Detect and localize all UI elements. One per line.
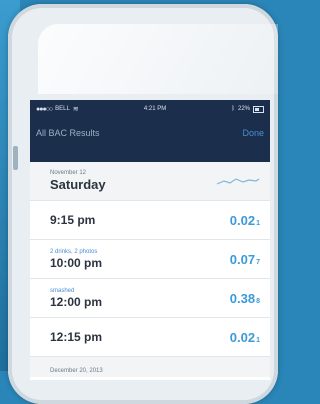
result-time: 12:15 pm bbox=[50, 330, 103, 344]
result-row[interactable]: 9:15 pm 0.02 1 bbox=[30, 201, 270, 240]
wifi-icon: ≋ bbox=[72, 106, 79, 113]
battery-percent: 22% bbox=[237, 106, 250, 112]
bac-suffix: 8 bbox=[256, 297, 260, 305]
status-bar: ●●●○○ BELL ≋ 4:21 PM ᛒ 22% bbox=[30, 100, 270, 118]
sparkline-icon bbox=[216, 174, 260, 188]
results-list: November 12 Saturday 9:15 pm 0.02 1 2 dr… bbox=[30, 162, 270, 377]
bac-value: 0.02 1 bbox=[230, 213, 260, 228]
bac-suffix: 1 bbox=[256, 336, 260, 344]
bac-value: 0.38 8 bbox=[230, 291, 260, 306]
battery-icon bbox=[253, 105, 264, 113]
result-note: 2 drinks, 2 photos bbox=[50, 248, 98, 255]
page-title: All BAC Results bbox=[36, 128, 100, 138]
bac-suffix: 7 bbox=[256, 258, 260, 266]
result-row-left: 2 drinks, 2 photos 10:00 pm bbox=[50, 249, 102, 270]
bac-value: 0.02 1 bbox=[230, 330, 260, 345]
result-time: 12:00 pm bbox=[50, 294, 103, 309]
day-header-text: November 12 Saturday bbox=[50, 170, 106, 192]
signal-icon: ●●●○○ bbox=[36, 105, 53, 113]
bac-number: 0.07 bbox=[229, 251, 256, 267]
result-time: 9:15 pm bbox=[50, 213, 96, 227]
phone-glare bbox=[38, 24, 278, 94]
status-left: ●●●○○ BELL ≋ bbox=[36, 105, 79, 114]
result-row-left: 9:15 pm bbox=[50, 213, 95, 227]
result-row[interactable]: smashed 12:00 pm 0.38 8 bbox=[30, 279, 270, 318]
day-date: November 12 bbox=[50, 170, 87, 176]
result-note: smashed bbox=[50, 287, 75, 294]
bac-number: 0.02 bbox=[229, 329, 256, 345]
result-time: 10:00 pm bbox=[50, 255, 103, 270]
bac-number: 0.02 bbox=[229, 212, 256, 228]
clock-label: 4:21 PM bbox=[143, 106, 167, 112]
day-date: December 20, 2013 bbox=[50, 368, 103, 374]
day-header: December 20, 2013 bbox=[30, 357, 270, 377]
status-right: ᛒ 22% bbox=[231, 105, 264, 113]
navigation-bar: ●●●○○ BELL ≋ 4:21 PM ᛒ 22% All BAC Resul… bbox=[30, 100, 270, 162]
carrier-label: BELL bbox=[55, 106, 70, 112]
result-row[interactable]: 12:15 pm 0.02 1 bbox=[30, 318, 270, 357]
bac-suffix: 1 bbox=[256, 219, 260, 227]
result-row[interactable]: 2 drinks, 2 photos 10:00 pm 0.07 7 bbox=[30, 240, 270, 279]
bluetooth-icon: ᛒ bbox=[231, 106, 235, 112]
result-row-left: 12:15 pm bbox=[50, 330, 102, 344]
day-weekday: Saturday bbox=[50, 177, 106, 192]
app-screen: ●●●○○ BELL ≋ 4:21 PM ᛒ 22% All BAC Resul… bbox=[30, 100, 270, 380]
day-header: November 12 Saturday bbox=[30, 162, 270, 201]
bac-number: 0.38 bbox=[229, 290, 256, 306]
volume-button bbox=[13, 146, 18, 170]
done-button[interactable]: Done bbox=[242, 128, 264, 138]
bac-value: 0.07 7 bbox=[230, 252, 260, 267]
result-row-left: smashed 12:00 pm bbox=[50, 288, 102, 309]
title-row: All BAC Results Done bbox=[30, 118, 270, 148]
